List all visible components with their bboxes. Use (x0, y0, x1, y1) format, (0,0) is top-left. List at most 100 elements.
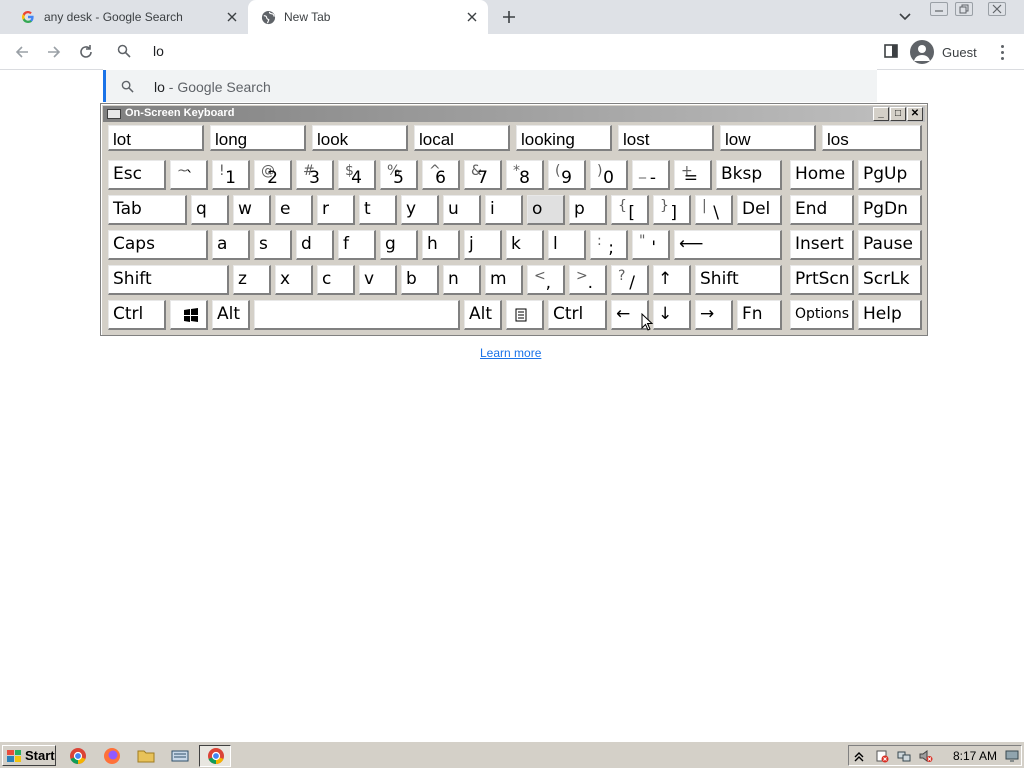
key-9[interactable]: (9 (548, 160, 586, 190)
profile-button[interactable]: Guest (910, 38, 977, 66)
key-7[interactable]: & 7 (464, 160, 502, 190)
key-d[interactable]: d (296, 230, 334, 260)
close-icon[interactable] (224, 9, 240, 25)
key-j[interactable]: j (464, 230, 502, 260)
key-symbol[interactable]: :; (590, 230, 628, 260)
key-t[interactable]: t (359, 195, 397, 225)
key-symbol[interactable]: }] (653, 195, 691, 225)
key-g[interactable]: g (380, 230, 418, 260)
prediction-lot[interactable]: lot (108, 125, 204, 151)
key-x[interactable]: x (275, 265, 313, 295)
learn-more-link[interactable]: Learn more (480, 346, 541, 360)
key-w[interactable]: w (233, 195, 271, 225)
key-caps[interactable]: Caps (108, 230, 208, 260)
prediction-low[interactable]: low (720, 125, 816, 151)
prediction-lost[interactable]: lost (618, 125, 714, 151)
key-help[interactable]: Help (858, 300, 922, 330)
key-insert[interactable]: Insert (790, 230, 854, 260)
key-space[interactable] (254, 300, 460, 330)
key-pgdn[interactable]: PgDn (858, 195, 922, 225)
maximize-icon[interactable]: □ (890, 107, 906, 121)
key-3[interactable]: #3 (296, 160, 334, 190)
minimize-icon[interactable] (930, 2, 948, 16)
key-options[interactable]: Options (790, 300, 854, 330)
folder-icon[interactable] (136, 746, 156, 766)
key-z[interactable]: z (233, 265, 271, 295)
key-ctrl[interactable]: Ctrl (548, 300, 607, 330)
chevron-down-icon[interactable] (896, 9, 914, 25)
key-m[interactable]: m (485, 265, 523, 295)
key-8[interactable]: * 8 (506, 160, 544, 190)
key-symbol[interactable]: ⟵ (674, 230, 782, 260)
key-0[interactable]: ) 0 (590, 160, 628, 190)
kebab-menu-icon[interactable] (994, 42, 1010, 62)
key-alt[interactable]: Alt (464, 300, 502, 330)
start-button[interactable]: Start (2, 745, 56, 766)
key-pause[interactable]: Pause (858, 230, 922, 260)
reload-icon[interactable] (76, 42, 96, 62)
key-symbol[interactable]: ↓ (653, 300, 691, 330)
key-del[interactable]: Del (737, 195, 782, 225)
security-alert-icon[interactable] (875, 749, 889, 763)
key-scrlk[interactable]: ScrLk (858, 265, 922, 295)
key-e[interactable]: e (275, 195, 313, 225)
key-a[interactable]: a (212, 230, 250, 260)
close-icon[interactable] (464, 9, 480, 25)
key-k[interactable]: k (506, 230, 544, 260)
back-icon[interactable] (12, 42, 32, 62)
key-q[interactable]: q (191, 195, 229, 225)
key-1[interactable]: ! 1 (212, 160, 250, 190)
side-panel-icon[interactable] (883, 43, 901, 61)
volume-muted-icon[interactable] (919, 749, 933, 763)
key-c[interactable]: c (317, 265, 355, 295)
chevron-up-icon[interactable] (853, 749, 867, 763)
prediction-long[interactable]: long (210, 125, 306, 151)
prediction-los[interactable]: los (822, 125, 922, 151)
key-bksp[interactable]: Bksp (716, 160, 782, 190)
address-input[interactable]: lo (153, 43, 164, 59)
key-menu[interactable] (506, 300, 544, 330)
key-alt[interactable]: Alt (212, 300, 250, 330)
key-symbol[interactable]: + = (674, 160, 712, 190)
key-prtscn[interactable]: PrtScn (790, 265, 854, 295)
key-esc[interactable]: Esc (108, 160, 166, 190)
key-l[interactable]: l (548, 230, 586, 260)
key-h[interactable]: h (422, 230, 460, 260)
key-symbol[interactable]: " ' (632, 230, 670, 260)
key-symbol[interactable]: ? / (611, 265, 649, 295)
key-p[interactable]: p (569, 195, 607, 225)
key-y[interactable]: y (401, 195, 439, 225)
key-f[interactable]: f (338, 230, 376, 260)
prediction-look[interactable]: look (312, 125, 408, 151)
prediction-looking[interactable]: looking (516, 125, 612, 151)
suggestion-item[interactable]: lo - Google Search (103, 70, 877, 102)
key-o[interactable]: o (527, 195, 565, 225)
key-r[interactable]: r (317, 195, 355, 225)
key-symbol[interactable]: → (695, 300, 733, 330)
keyboard-icon[interactable] (170, 746, 190, 766)
restore-icon[interactable] (955, 2, 973, 16)
key-shift[interactable]: Shift (108, 265, 229, 295)
key-b[interactable]: b (401, 265, 439, 295)
minimize-icon[interactable]: _ (873, 107, 889, 121)
prediction-local[interactable]: local (414, 125, 510, 151)
key-end[interactable]: End (790, 195, 854, 225)
key-fn[interactable]: Fn (737, 300, 782, 330)
key-tab[interactable]: Tab (108, 195, 187, 225)
key-windows[interactable] (170, 300, 208, 330)
forward-icon[interactable] (44, 42, 64, 62)
chrome-icon[interactable] (68, 746, 88, 766)
osk-titlebar[interactable]: On-Screen Keyboard _ □ ✕ (103, 106, 925, 122)
key-shift[interactable]: Shift (695, 265, 782, 295)
key-backslash[interactable]: | \ (695, 195, 733, 225)
plus-icon[interactable] (499, 7, 519, 27)
network-icon[interactable] (897, 749, 911, 763)
key-n[interactable]: n (443, 265, 481, 295)
address-bar[interactable]: lo (103, 34, 877, 70)
taskbar-chrome-active[interactable] (199, 745, 231, 767)
tab-any-desk-search[interactable]: any desk - Google Search (0, 0, 248, 34)
key-v[interactable]: v (359, 265, 397, 295)
firefox-icon[interactable] (102, 746, 122, 766)
key-i[interactable]: i (485, 195, 523, 225)
key-ctrl[interactable]: Ctrl (108, 300, 166, 330)
